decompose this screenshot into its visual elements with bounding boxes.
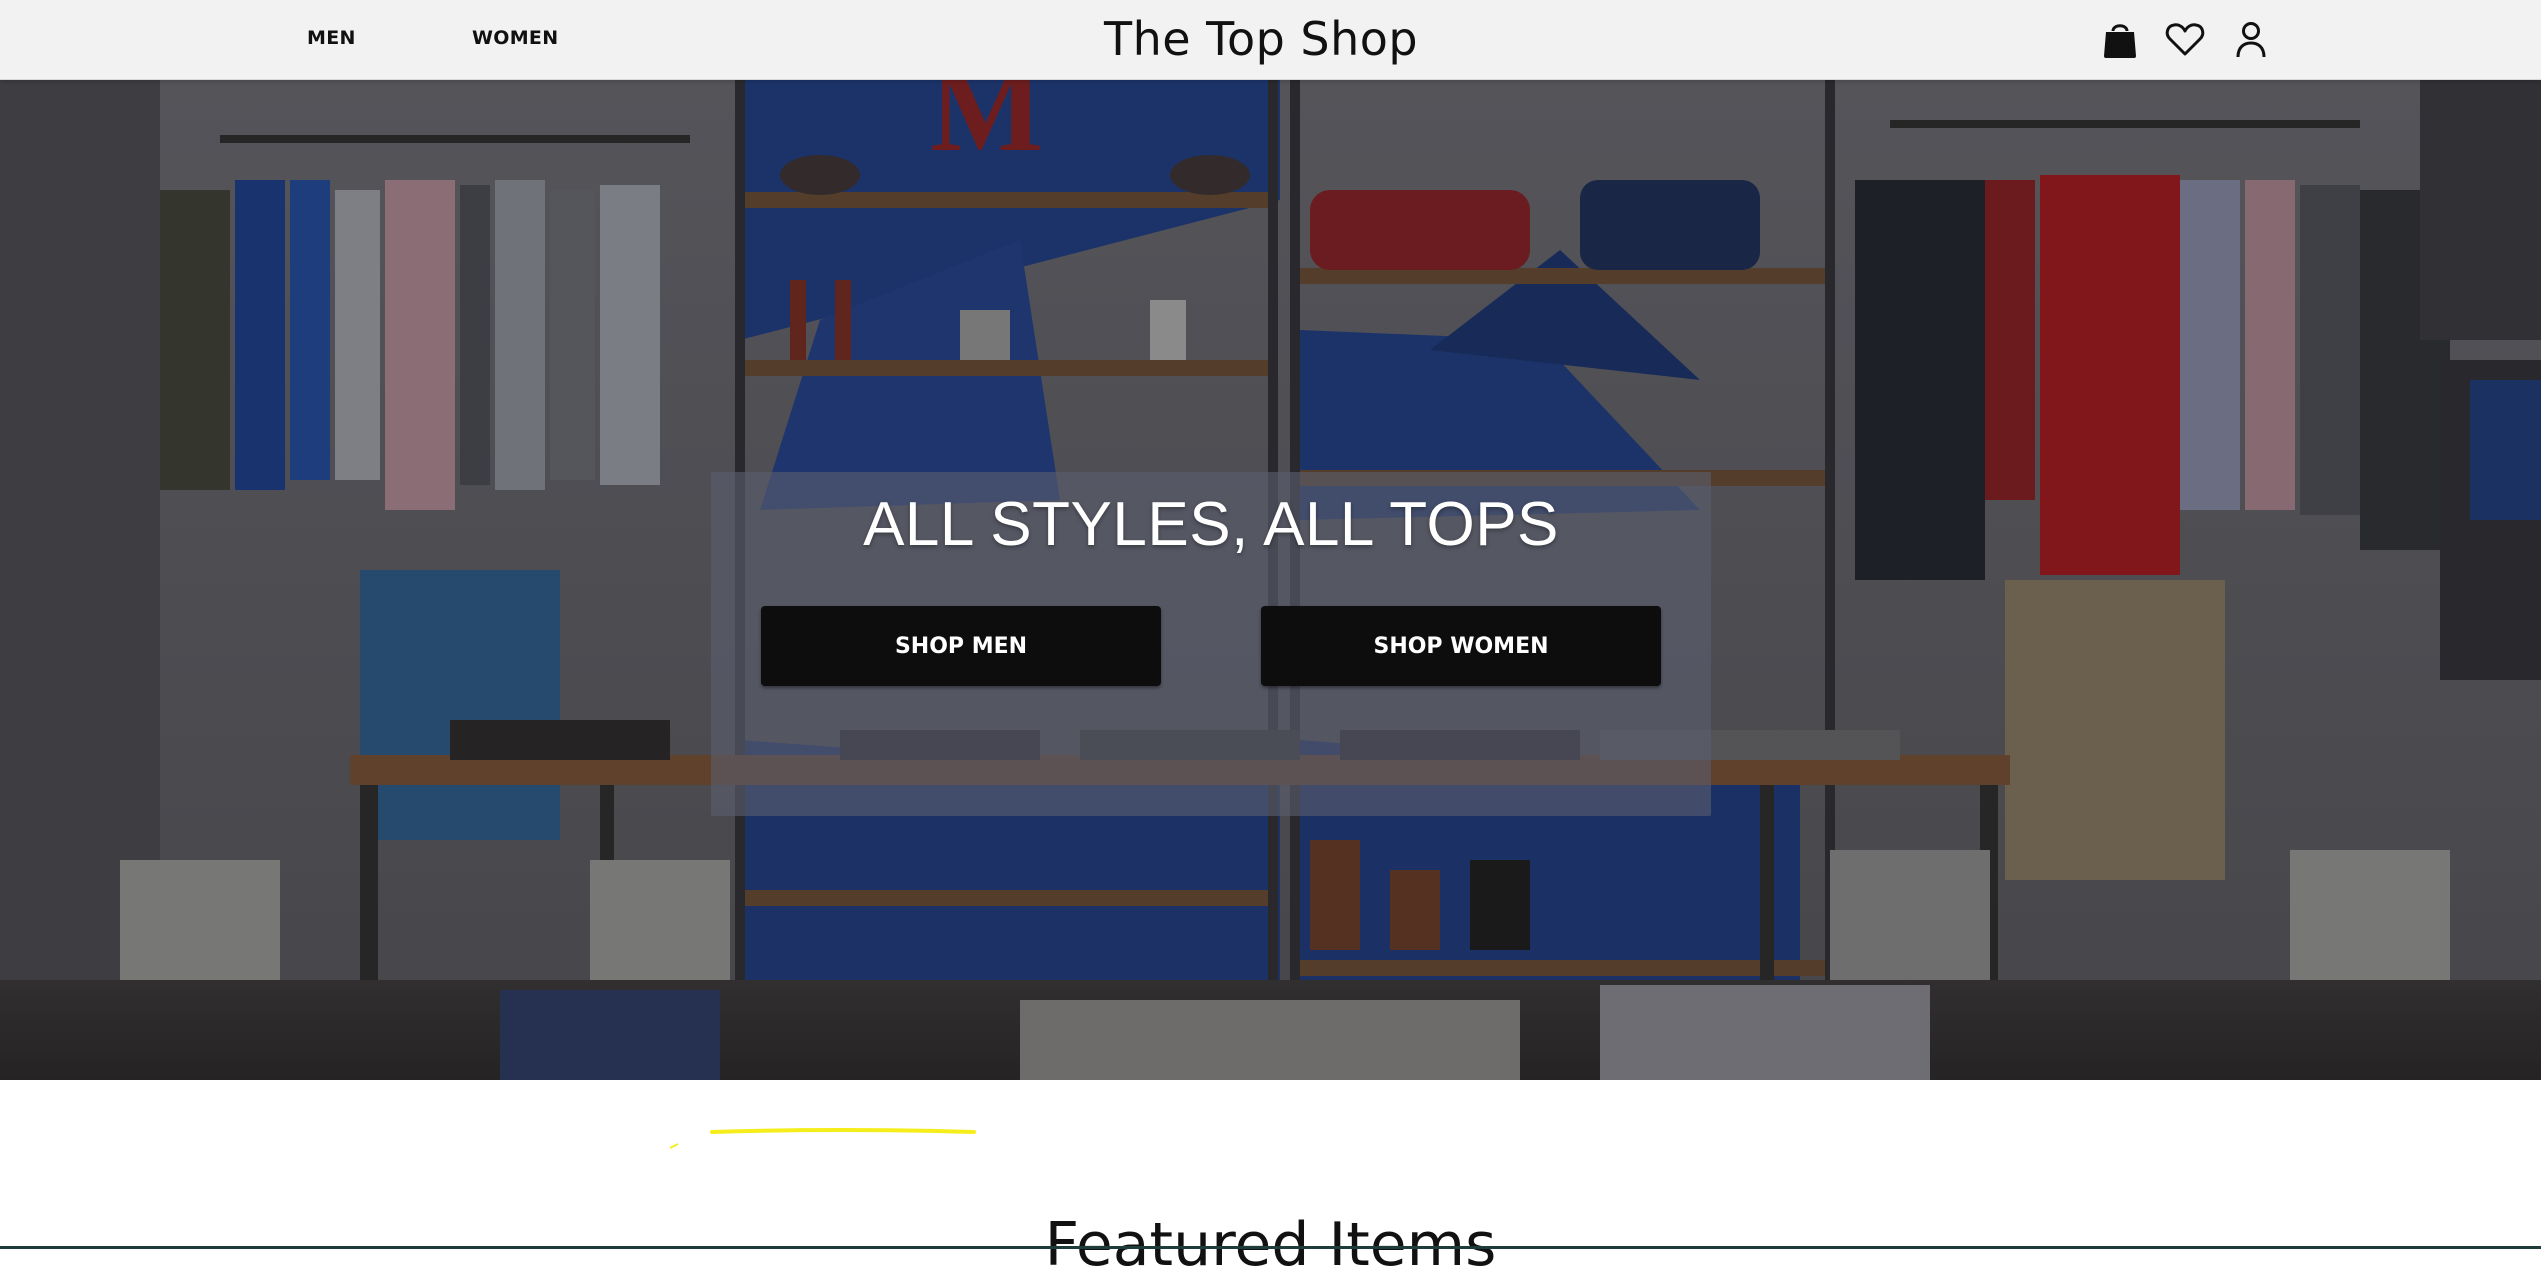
nav-link-men[interactable]: MEN	[307, 27, 356, 49]
site-title[interactable]: The Top Shop	[1104, 12, 1418, 66]
featured-items-heading: Featured Items	[1044, 1210, 1497, 1280]
shop-women-button[interactable]: SHOP WOMEN	[1261, 606, 1661, 686]
hero-overlay-panel: ALL STYLES, ALL TOPS SHOP MEN SHOP WOMEN	[711, 472, 1711, 816]
shopping-bag-icon[interactable]	[2099, 18, 2141, 60]
user-icon[interactable]	[2230, 18, 2272, 60]
hero-banner: M	[0, 80, 2541, 1080]
heart-icon[interactable]	[2164, 18, 2206, 60]
featured-section: Featured Items	[0, 1080, 2541, 1280]
yellow-highlight-stroke	[669, 1128, 976, 1149]
shop-men-button[interactable]: SHOP MEN	[761, 606, 1161, 686]
site-header: MEN WOMEN The Top Shop	[0, 0, 2541, 80]
hero-heading: ALL STYLES, ALL TOPS	[863, 490, 1559, 559]
nav-link-women[interactable]: WOMEN	[472, 27, 558, 49]
